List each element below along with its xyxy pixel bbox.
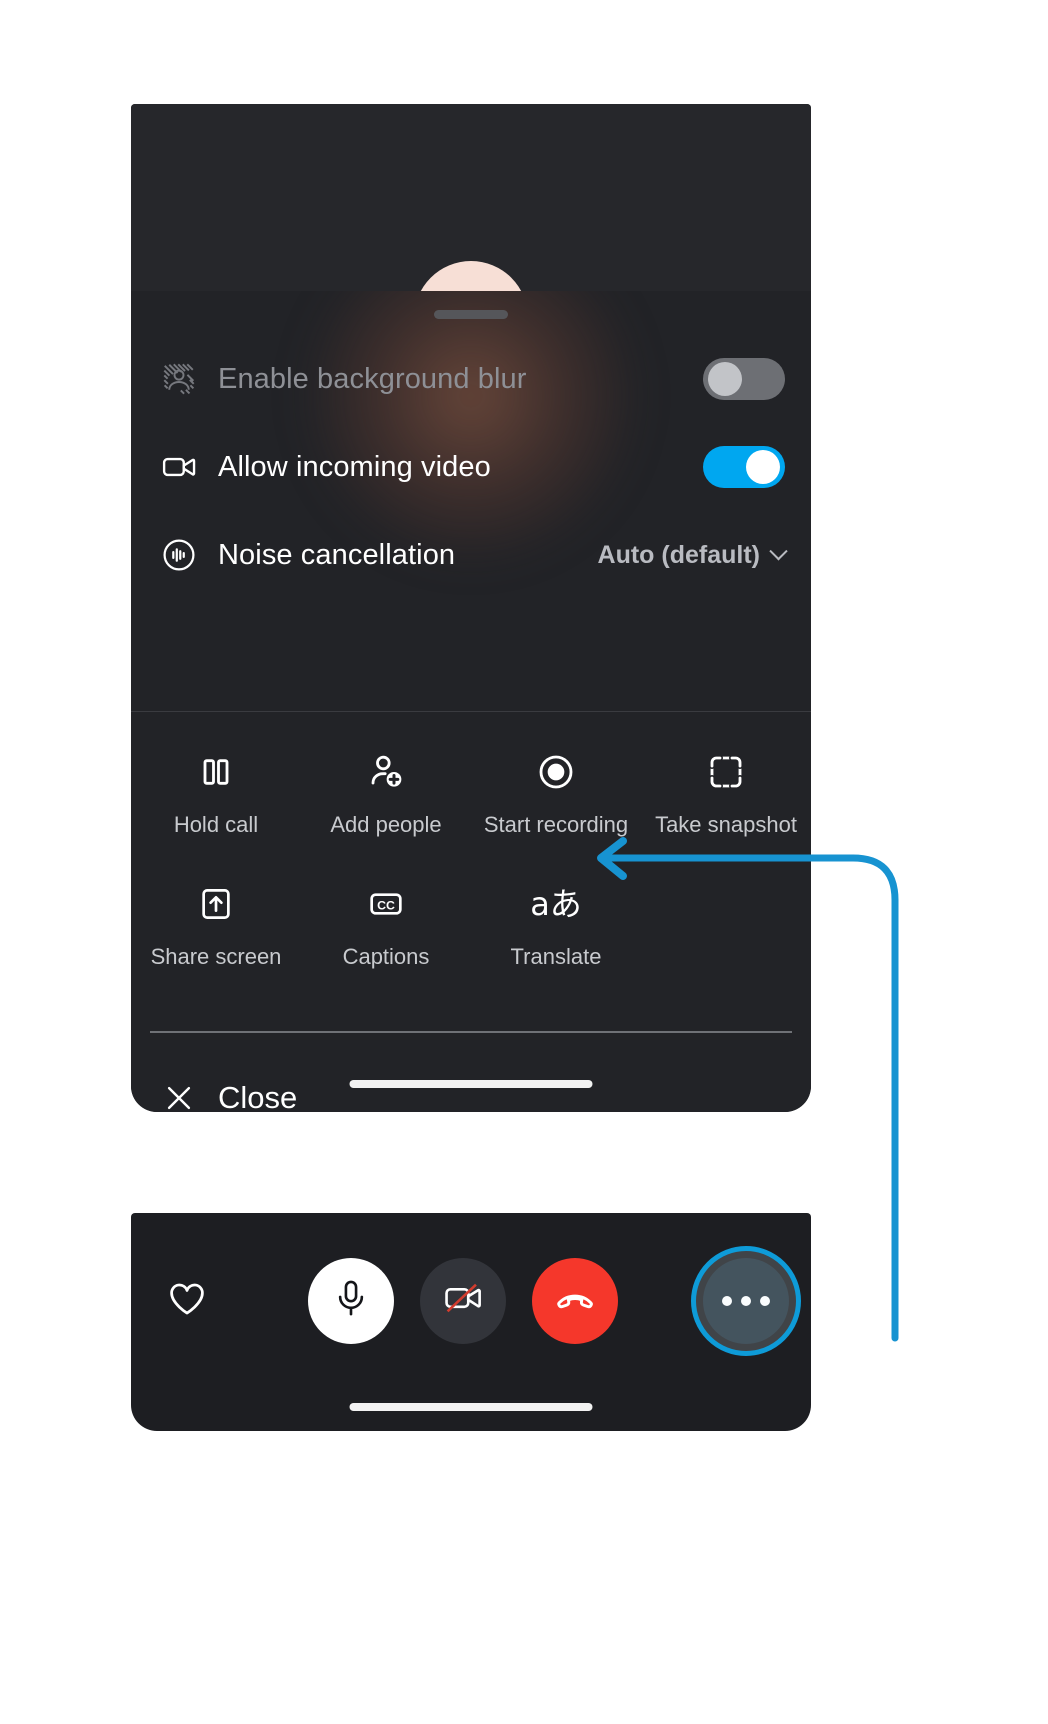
row-allow-incoming-video[interactable]: Allow incoming video [131, 423, 811, 511]
action-take-snapshot[interactable]: Take snapshot [641, 716, 811, 848]
action-label: Captions [342, 944, 430, 969]
camera-toggle-button[interactable] [420, 1257, 506, 1344]
section-divider [131, 711, 811, 712]
action-grid-row-1: Hold call Add people Start recording Tak… [131, 716, 811, 848]
action-label: Start recording [483, 812, 629, 837]
microphone-icon [330, 1277, 372, 1324]
video-camera-icon [158, 448, 200, 486]
translate-icon-text: aあ [530, 885, 582, 923]
phone-options-sheet-screen: Enable background blur Allow incoming vi… [131, 104, 811, 1112]
home-indicator [349, 1080, 593, 1088]
action-hold-call[interactable]: Hold call [131, 716, 301, 848]
action-label: Share screen [150, 944, 282, 969]
svg-text:CC: CC [377, 899, 395, 913]
drag-handle[interactable] [434, 310, 508, 319]
action-label: Hold call [173, 812, 259, 837]
action-label: Take snapshot [655, 812, 797, 837]
action-add-people[interactable]: Add people [301, 716, 471, 848]
action-label: Translate [510, 944, 602, 969]
close-label: Close [218, 1080, 298, 1112]
call-control-bar [131, 1213, 811, 1388]
phone-call-bar-screen [131, 1213, 811, 1431]
row-noise-cancellation[interactable]: Noise cancellation Auto (default) [131, 511, 811, 599]
action-share-screen[interactable]: Share screen [131, 848, 301, 980]
action-captions[interactable]: CC Captions [301, 848, 471, 980]
screenshot-canvas: Enable background blur Allow incoming vi… [0, 0, 1048, 1724]
switch-knob [708, 362, 742, 396]
action-grid-empty-cell [641, 848, 811, 980]
translate-icon: aあ [530, 881, 582, 927]
action-label: Add people [330, 812, 442, 837]
add-person-icon [366, 749, 406, 795]
record-icon [536, 749, 576, 795]
action-start-recording[interactable]: Start recording [471, 716, 641, 848]
noise-cancellation-value: Auto (default) [597, 540, 760, 569]
action-grid: Hold call Add people Start recording Tak… [131, 716, 811, 980]
options-bottom-sheet: Enable background blur Allow incoming vi… [131, 291, 811, 1112]
hang-up-icon [553, 1276, 597, 1325]
pause-icon [196, 749, 236, 795]
close-divider [150, 1031, 792, 1033]
more-horizontal-icon [722, 1295, 770, 1306]
background-blur-switch[interactable] [703, 358, 785, 400]
share-screen-icon [197, 881, 235, 927]
home-indicator [349, 1403, 593, 1411]
mute-button[interactable] [308, 1257, 394, 1344]
chevron-down-icon [769, 541, 788, 560]
video-camera-off-icon [442, 1277, 484, 1324]
more-options-button[interactable] [703, 1257, 789, 1344]
background-blur-icon [158, 361, 200, 397]
close-x-icon [158, 1080, 200, 1112]
row-label: Noise cancellation [218, 538, 456, 571]
switch-knob [746, 450, 780, 484]
row-label: Allow incoming video [218, 450, 491, 483]
snapshot-icon [706, 749, 746, 795]
reactions-button[interactable] [151, 1265, 223, 1337]
heart-icon [165, 1276, 209, 1325]
end-call-button[interactable] [532, 1257, 618, 1344]
action-translate[interactable]: aあ Translate [471, 848, 641, 980]
row-enable-background-blur[interactable]: Enable background blur [131, 335, 811, 423]
settings-toggle-list: Enable background blur Allow incoming vi… [131, 335, 811, 599]
more-options-wrapper [691, 1245, 801, 1356]
noise-cancellation-icon [158, 536, 200, 574]
row-label: Enable background blur [218, 362, 527, 395]
captions-cc-icon: CC [366, 881, 406, 927]
noise-cancellation-select[interactable]: Auto (default) [597, 540, 788, 570]
allow-incoming-video-switch[interactable] [703, 446, 785, 488]
video-preview-area [131, 104, 811, 375]
action-grid-row-2: Share screen CC Captions aあ Translate [131, 848, 811, 980]
